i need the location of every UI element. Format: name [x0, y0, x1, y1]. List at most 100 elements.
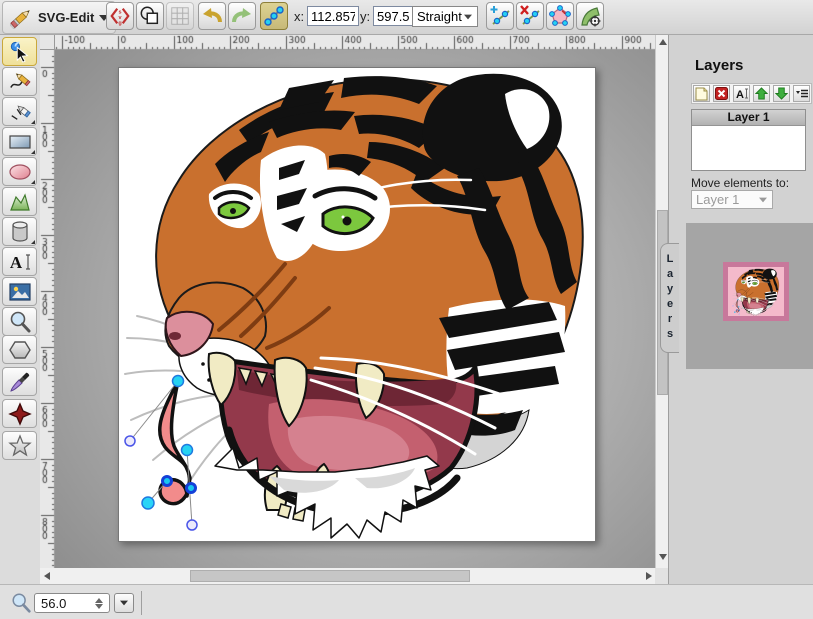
horizontal-scrollbar[interactable] [40, 568, 655, 584]
zoom-dropdown-caret-icon [120, 601, 128, 606]
workspace[interactable] [55, 50, 655, 570]
layer-menu-button[interactable] [793, 85, 810, 102]
canvas-page[interactable] [118, 67, 596, 542]
node-edit-icon [262, 4, 286, 28]
move-elements-value: Layer 1 [696, 192, 739, 207]
move-elements-select[interactable]: Layer 1 [691, 190, 773, 209]
tool-ellipse-button[interactable] [2, 157, 37, 186]
pencil-icon [8, 71, 32, 93]
tool-hexagon-button[interactable] [2, 335, 37, 364]
undo-button[interactable] [198, 2, 226, 30]
x-coordinate-input[interactable] [307, 6, 359, 26]
zoom-level-input[interactable]: 56.0 [34, 593, 110, 613]
grid-icon [169, 5, 191, 27]
y-label: y: [360, 9, 370, 24]
segment-type-select[interactable]: Straight [412, 6, 478, 27]
new-layer-icon [695, 87, 708, 101]
ellipse-icon [8, 162, 32, 182]
text-icon: A [8, 251, 32, 273]
magnifier-icon [8, 310, 32, 334]
flyout-indicator [31, 120, 35, 124]
left-tool-palette: A [0, 35, 40, 588]
layer-buttons-row: A [691, 83, 812, 104]
layers-side-tab[interactable]: Layers [660, 243, 679, 353]
tool-rectangle-button[interactable] [2, 127, 37, 156]
layers-panel: Layers Layers A [668, 35, 813, 619]
layer-down-icon [775, 87, 788, 100]
tool-zoom-button[interactable] [2, 307, 37, 336]
ruler-corner [40, 35, 55, 50]
tool-image-button[interactable] [2, 277, 37, 306]
grid-button[interactable] [166, 2, 194, 30]
layer-list-item-selected[interactable]: Layer 1 [692, 110, 805, 126]
drawing[interactable] [119, 68, 595, 541]
rename-layer-button[interactable]: A [733, 85, 750, 102]
image-icon [8, 282, 32, 302]
tool-select-button[interactable] [2, 37, 37, 66]
scroll-left-button[interactable] [40, 569, 53, 582]
segment-type-value: Straight [417, 9, 462, 24]
tool-shape-library-button[interactable] [2, 217, 37, 246]
scrollbar-corner [655, 568, 668, 584]
svg-text:A: A [736, 89, 744, 100]
tool-text-button[interactable]: A [2, 247, 37, 276]
tool-connector-button[interactable] [2, 399, 37, 428]
x-label: x: [294, 9, 304, 24]
left-arrow-icon [44, 572, 50, 580]
source-code-icon: s v g [109, 5, 131, 27]
add-node-button[interactable] [486, 2, 514, 30]
tool-line-button[interactable] [2, 97, 37, 126]
red-cross-shape-icon [8, 402, 32, 426]
close-path-icon [548, 4, 572, 28]
spinner-up-icon [95, 598, 103, 603]
svg-edit-logo-icon [9, 6, 33, 30]
main-menu-label: SVG-Edit [38, 10, 94, 25]
layer-list[interactable]: Layer 1 [691, 109, 806, 171]
shape-overlap-button[interactable] [136, 2, 164, 30]
delete-node-icon [518, 4, 542, 28]
move-layer-up-button[interactable] [753, 85, 770, 102]
zoom-preset-dropdown[interactable] [114, 593, 134, 613]
thumbnail-drawing [728, 267, 784, 317]
redo-button[interactable] [228, 2, 256, 30]
horizontal-scroll-thumb[interactable] [190, 570, 470, 582]
close-path-button[interactable] [546, 2, 574, 30]
down-arrow-icon [659, 554, 667, 560]
flyout-indicator [31, 240, 35, 244]
delete-layer-button[interactable] [713, 85, 730, 102]
tool-star-button[interactable] [2, 431, 37, 460]
tool-polygon-button[interactable] [2, 187, 37, 216]
move-layer-down-button[interactable] [773, 85, 790, 102]
right-arrow-icon [646, 572, 652, 580]
tool-pencil-button[interactable] [2, 67, 37, 96]
svg-text:g: g [118, 20, 121, 26]
new-layer-button[interactable] [693, 85, 710, 102]
canvas-thumbnail[interactable] [723, 262, 789, 321]
layer-menu-icon [795, 88, 809, 100]
tool-eyedropper-button[interactable] [2, 367, 37, 396]
spinner-down-icon [95, 604, 103, 609]
flyout-indicator [31, 180, 35, 184]
y-coordinate-input[interactable] [373, 6, 415, 26]
svg-text:A: A [9, 253, 22, 272]
cylinder-icon [9, 220, 31, 244]
node-edit-tool-button[interactable] [260, 2, 288, 30]
open-path-button[interactable] [576, 2, 604, 30]
star-icon [8, 434, 32, 458]
main-menu-button[interactable]: SVG-Edit [2, 1, 116, 34]
scroll-right-button[interactable] [642, 569, 655, 582]
undo-icon [200, 4, 224, 28]
edit-source-button[interactable]: s v g [106, 2, 134, 30]
flyout-indicator [31, 150, 35, 154]
layers-panel-title: Layers [695, 57, 743, 74]
move-elements-label: Move elements to: [691, 176, 789, 190]
segment-type-caret-icon [464, 14, 472, 19]
zoom-spinner-arrows[interactable] [92, 598, 109, 609]
status-bar: 56.0 [0, 584, 813, 619]
up-arrow-icon [659, 39, 667, 45]
thumbnail-zone [686, 223, 813, 369]
polygon-icon [8, 191, 32, 213]
add-node-icon [488, 4, 512, 28]
statusbar-separator [141, 591, 142, 615]
delete-node-button[interactable] [516, 2, 544, 30]
